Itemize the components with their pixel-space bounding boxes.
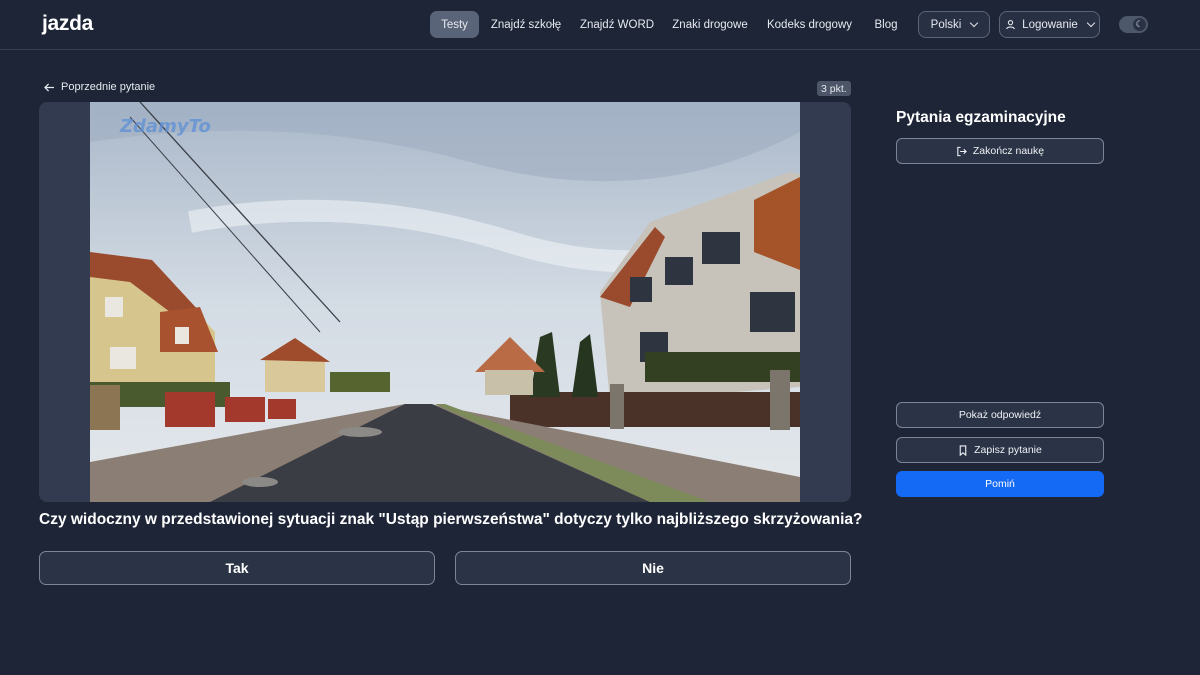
nav-blog[interactable]: Blog — [868, 11, 904, 38]
previous-question-label: Poprzednie pytanie — [61, 81, 156, 93]
bookmark-icon — [958, 444, 968, 456]
points-badge: 3 pkt. — [817, 81, 851, 96]
show-answer-button[interactable]: Pokaż odpowiedź — [896, 402, 1104, 428]
chevron-down-icon — [970, 18, 979, 28]
nav-find-school[interactable]: Znajdź szkołę — [488, 11, 564, 38]
answer-yes-button[interactable]: Tak — [39, 551, 435, 585]
nav-testy[interactable]: Testy — [430, 11, 479, 38]
nav-find-word[interactable]: Znajdź WORD — [578, 11, 656, 38]
finish-learning-button[interactable]: Zakończ naukę — [896, 138, 1104, 164]
answer-no-button[interactable]: Nie — [455, 551, 851, 585]
top-navbar: jazda Testy Znajdź szkołę Znajdź WORD Zn… — [0, 0, 1200, 50]
logo-text: jazda — [42, 12, 94, 35]
save-question-label: Zapisz pytanie — [974, 444, 1042, 456]
chevron-down-icon — [1086, 18, 1096, 28]
logout-icon — [956, 146, 967, 157]
user-icon — [1005, 19, 1016, 30]
logo[interactable]: jazda — [42, 12, 93, 36]
question-media: ZdamyTo — [39, 102, 851, 502]
arrow-left-icon — [44, 82, 55, 92]
moon-icon: ☾ — [1133, 18, 1146, 31]
login-button[interactable]: Logowanie — [999, 11, 1100, 38]
nav-traffic-code[interactable]: Kodeks drogowy — [764, 11, 855, 38]
skip-button[interactable]: Pomiń — [896, 471, 1104, 497]
street-photo: ZdamyTo — [90, 102, 800, 502]
previous-question-link[interactable]: Poprzednie pytanie — [44, 81, 155, 93]
show-answer-label: Pokaż odpowiedź — [958, 409, 1042, 421]
language-select[interactable]: Polski — [918, 11, 990, 38]
language-label: Polski — [930, 18, 962, 31]
theme-toggle[interactable]: ☾ — [1119, 16, 1148, 33]
question-text: Czy widoczny w przedstawionej sytuacji z… — [39, 511, 863, 528]
watermark-text: ZdamyTo — [119, 116, 211, 137]
save-question-button[interactable]: Zapisz pytanie — [896, 437, 1104, 463]
skip-label: Pomiń — [985, 478, 1015, 490]
login-label: Logowanie — [1022, 18, 1078, 31]
sidebar-title: Pytania egzaminacyjne — [896, 109, 1066, 126]
finish-learning-label: Zakończ naukę — [972, 145, 1045, 157]
nav-road-signs[interactable]: Znaki drogowe — [670, 11, 750, 38]
